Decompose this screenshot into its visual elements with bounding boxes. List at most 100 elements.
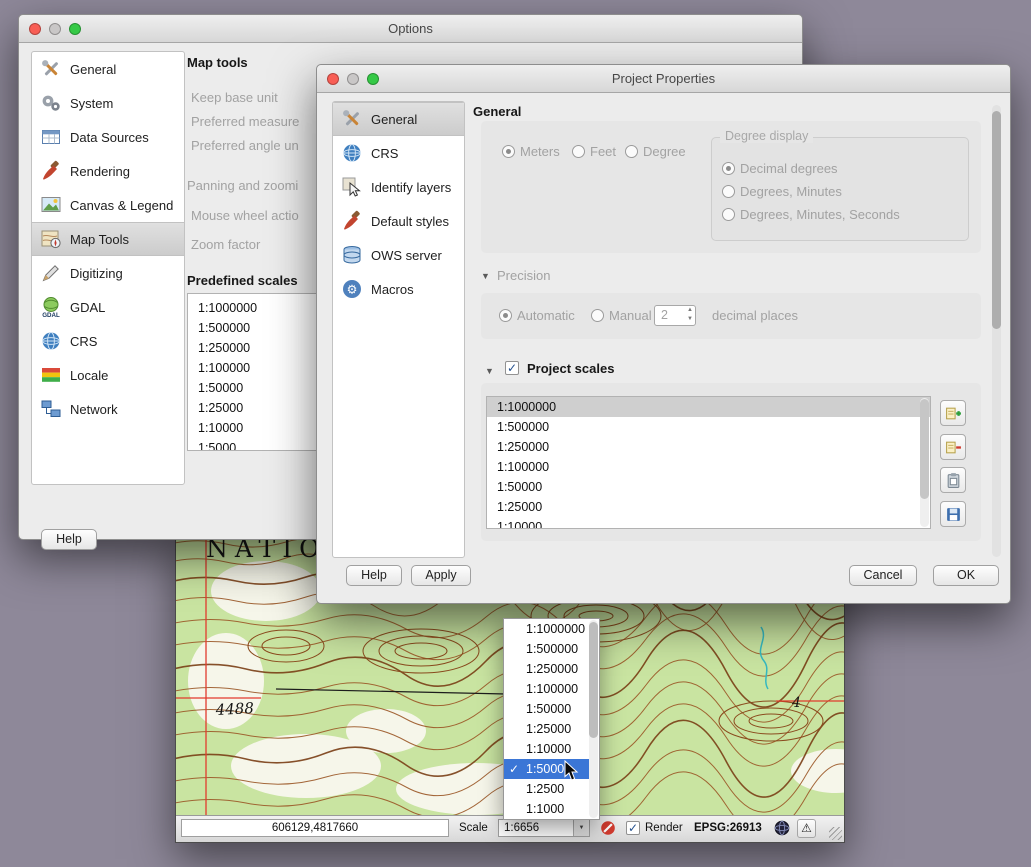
scale-popup-item[interactable]: 1:2500 — [504, 779, 589, 799]
project-scales-checkbox[interactable]: ✓ — [505, 361, 519, 375]
crs-status-icon[interactable] — [774, 820, 790, 836]
zoom-button[interactable] — [69, 23, 81, 35]
save-scales-button[interactable] — [940, 501, 966, 527]
degree-radio[interactable] — [625, 145, 638, 158]
sidebar-item-crs[interactable]: CRS — [32, 324, 184, 358]
scale-popup-item[interactable]: 1:100000 — [504, 679, 589, 699]
sidebar-item-network[interactable]: Network — [32, 392, 184, 426]
gear-icon: ⚙ — [340, 277, 364, 301]
resize-grip[interactable] — [829, 827, 842, 840]
sidebar-item-ows-server[interactable]: OWS server — [333, 238, 464, 272]
close-button[interactable] — [29, 23, 41, 35]
options-sidebar: General System Data Sources Rendering Ca… — [31, 51, 185, 485]
combobox-dropdown-button[interactable]: ▼ — [573, 820, 589, 836]
decimal-places-spinner[interactable]: 2 ▲ ▼ — [654, 305, 696, 326]
spinner-value: 2 — [661, 308, 668, 322]
decimal-degrees-radio[interactable] — [722, 162, 735, 175]
meters-radio[interactable] — [502, 145, 515, 158]
scale-list-item[interactable]: 1:25000 — [487, 497, 930, 517]
sidebar-item-locale[interactable]: Locale — [32, 358, 184, 392]
sidebar-item-macros[interactable]: ⚙ Macros — [333, 272, 464, 306]
close-button[interactable] — [327, 73, 339, 85]
sidebar-item-crs[interactable]: CRS — [333, 136, 464, 170]
scale-combobox[interactable]: 1:6656 ▼ — [498, 819, 590, 837]
list-scrollbar[interactable] — [920, 398, 929, 527]
scale-list-item[interactable]: 1:500000 — [487, 417, 930, 437]
scale-list-item[interactable]: 1:50000 — [487, 477, 930, 497]
sidebar-item-system[interactable]: System — [32, 86, 184, 120]
sidebar-item-rendering[interactable]: Rendering — [32, 154, 184, 188]
sidebar-item-label: General — [70, 62, 116, 77]
scale-list-item-selected[interactable]: 1:1000000 — [487, 397, 930, 417]
sidebar-item-identify-layers[interactable]: Identify layers — [333, 170, 464, 204]
scale-list-item[interactable]: 1:100000 — [487, 457, 930, 477]
scale-popup-item[interactable]: 1:1000 — [504, 799, 589, 819]
project-properties-titlebar[interactable]: Project Properties — [317, 65, 1010, 93]
add-scale-button[interactable] — [940, 400, 966, 426]
cancel-button[interactable]: Cancel — [849, 565, 917, 586]
zoom-button[interactable] — [367, 73, 379, 85]
manual-radio[interactable] — [591, 309, 604, 322]
ok-button[interactable]: OK — [933, 565, 999, 586]
scale-popup-item[interactable]: 1:10000 — [504, 739, 589, 759]
render-checkbox[interactable]: ✓ — [626, 821, 640, 835]
meters-label: Meters — [520, 144, 560, 159]
help-button[interactable]: Help — [41, 529, 97, 550]
minimize-button[interactable] — [49, 23, 61, 35]
options-titlebar[interactable]: Options — [19, 15, 802, 43]
automatic-radio[interactable] — [499, 309, 512, 322]
sidebar-item-canvas-legend[interactable]: Canvas & Legend — [32, 188, 184, 222]
sidebar-item-gdal[interactable]: GDAL GDAL — [32, 290, 184, 324]
project-scales-collapse-icon[interactable]: ▼ — [485, 366, 494, 376]
spin-up-icon[interactable]: ▲ — [687, 307, 693, 313]
scale-popup-item[interactable]: 1:50000 — [504, 699, 589, 719]
manual-label: Manual — [609, 308, 652, 323]
import-scales-button[interactable] — [940, 467, 966, 493]
add-scale-icon — [945, 405, 962, 422]
remove-scale-icon — [945, 439, 962, 456]
sidebar-item-general[interactable]: General — [333, 102, 464, 136]
scale-popup-item[interactable]: 1:250000 — [504, 659, 589, 679]
scale-list-item[interactable]: 1:250000 — [487, 437, 930, 457]
precision-collapse-icon[interactable]: ▼ — [481, 271, 490, 281]
scale-popup-item[interactable]: 1:1000000 — [504, 619, 589, 639]
messages-warning-button[interactable]: ⚠ — [797, 819, 816, 838]
sidebar-item-data-sources[interactable]: Data Sources — [32, 120, 184, 154]
popup-scrollbar[interactable] — [589, 620, 598, 818]
project-scales-list[interactable]: 1:1000000 1:500000 1:250000 1:100000 1:5… — [486, 396, 931, 529]
degree-display-groupbox: Degree display Decimal degrees Degrees, … — [711, 137, 969, 241]
minimize-button[interactable] — [347, 73, 359, 85]
stop-render-icon[interactable] — [600, 820, 616, 836]
spin-down-icon[interactable]: ▼ — [687, 316, 693, 322]
sidebar-item-default-styles[interactable]: Default styles — [333, 204, 464, 238]
window-scrollbar[interactable] — [992, 105, 1001, 557]
predefined-scales-title: Predefined scales — [187, 273, 298, 288]
warning-icon: ⚠ — [801, 821, 812, 835]
sidebar-item-digitizing[interactable]: Digitizing — [32, 256, 184, 290]
sidebar-item-map-tools[interactable]: Map Tools — [32, 222, 184, 256]
scale-popup-list: 1:1000000 1:500000 1:250000 1:100000 1:5… — [503, 618, 600, 820]
pencil-icon — [39, 261, 63, 285]
degrees-minutes-seconds-radio[interactable] — [722, 208, 735, 221]
gdal-globe-icon: GDAL — [39, 295, 63, 319]
scale-list-item[interactable]: 1:10000 — [487, 517, 930, 529]
elevation-label: 4488 — [214, 699, 254, 719]
map-compass-icon — [39, 227, 63, 251]
precision-title: Precision — [497, 268, 550, 283]
sidebar-item-general[interactable]: General — [32, 52, 184, 86]
remove-scale-button[interactable] — [940, 434, 966, 460]
sidebar-item-label: CRS — [371, 146, 398, 161]
sidebar-item-label: Network — [70, 402, 118, 417]
decimal-degrees-label: Decimal degrees — [740, 161, 838, 176]
sidebar-item-label: OWS server — [371, 248, 442, 263]
scale-popup-item[interactable]: 1:500000 — [504, 639, 589, 659]
degrees-minutes-radio[interactable] — [722, 185, 735, 198]
identify-cursor-icon — [340, 175, 364, 199]
scale-popup-item-label: 1:5000 — [526, 762, 564, 776]
sidebar-item-label: Rendering — [70, 164, 130, 179]
feet-radio[interactable] — [572, 145, 585, 158]
scale-popup-item[interactable]: 1:25000 — [504, 719, 589, 739]
help-button[interactable]: Help — [346, 565, 402, 586]
apply-button[interactable]: Apply — [411, 565, 471, 586]
coordinate-input[interactable]: 606129,4817660 — [181, 819, 449, 837]
